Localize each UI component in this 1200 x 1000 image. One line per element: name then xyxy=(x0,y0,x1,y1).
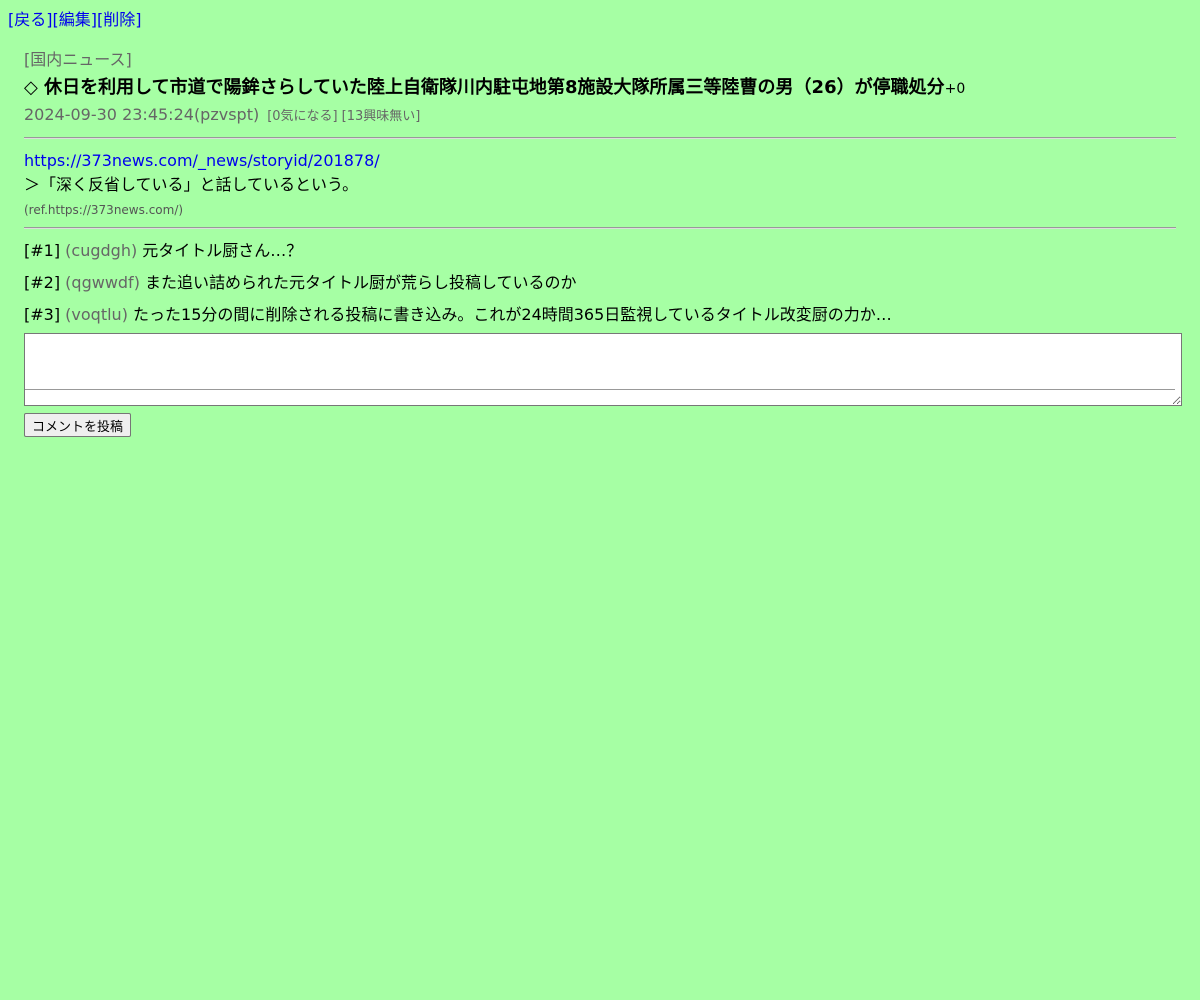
source-url-link[interactable]: https://373news.com/_news/storyid/201878… xyxy=(24,149,1176,173)
comment-user-id: (cugdgh) xyxy=(65,241,138,260)
comment-item: [#3] (voqtlu) たった15分の間に削除される投稿に書き込み。これが2… xyxy=(24,303,1176,335)
comment-item: [#2] (qgwwdf) また追い詰められた元タイトル厨が荒らし投稿しているの… xyxy=(24,271,1176,303)
article-author-id: (pzvspt) xyxy=(193,105,260,124)
textarea-divider xyxy=(25,389,1175,390)
comment-item: [#1] (cugdgh) 元タイトル厨さん…？ xyxy=(24,239,1176,271)
article-meta: 2024-09-30 23:45:24(pzvspt) [0気になる] [13興味無… xyxy=(24,104,1176,128)
no-interest-button[interactable]: [13興味無い] xyxy=(342,109,421,124)
comment-form: コメントを投稿 xyxy=(24,333,1182,437)
reference-source: (ref.https://373news.com/) xyxy=(24,203,184,217)
comment-input-wrap xyxy=(24,333,1182,406)
article-quote: ＞「深く反省している」と話しているという。 xyxy=(24,175,359,194)
article-title-text: ◇ 休日を利用して市道で陽鉾さらしていた陸上自衛隊川内駐屯地第8施設大隊所属三等… xyxy=(24,77,945,98)
comment-list: [#1] (cugdgh) 元タイトル厨さん…？ [#2] (qgwwdf) ま… xyxy=(24,229,1176,335)
comment-text: また追い詰められた元タイトル厨が荒らし投稿しているのか xyxy=(145,273,577,292)
comment-text: 元タイトル厨さん…？ xyxy=(142,241,303,260)
edit-link[interactable]: [編集] xyxy=(53,10,98,29)
article-body: https://373news.com/_news/storyid/201878… xyxy=(24,139,1176,219)
comment-textarea[interactable] xyxy=(24,333,1182,406)
comment-text: たった15分の間に削除される投稿に書き込み。これが24時間365日監視しているタ… xyxy=(133,305,892,324)
comment-number: [#3] xyxy=(24,305,61,324)
comment-user-id: (voqtlu) xyxy=(65,305,128,324)
article-category: [国内ニュース] xyxy=(24,50,132,69)
article-title: ◇ 休日を利用して市道で陽鉾さらしていた陸上自衛隊川内駐屯地第8施設大隊所属三等… xyxy=(24,73,1176,104)
article-timestamp: 2024-09-30 23:45:24 xyxy=(24,105,194,124)
article: [国内ニュース] ◇ 休日を利用して市道で陽鉾さらしていた陸上自衛隊川内駐屯地第… xyxy=(24,48,1182,437)
comment-number: [#1] xyxy=(24,241,61,260)
interest-button[interactable]: [0気になる] xyxy=(267,109,337,124)
top-nav: [戻る][編集][削除] xyxy=(8,9,142,31)
delete-link[interactable]: [削除] xyxy=(97,10,142,29)
post-comment-button[interactable]: コメントを投稿 xyxy=(24,413,132,437)
article-score: +0 xyxy=(944,81,966,97)
back-link[interactable]: [戻る] xyxy=(8,10,53,29)
comment-number: [#2] xyxy=(24,273,61,292)
comment-user-id: (qgwwdf) xyxy=(65,273,140,292)
